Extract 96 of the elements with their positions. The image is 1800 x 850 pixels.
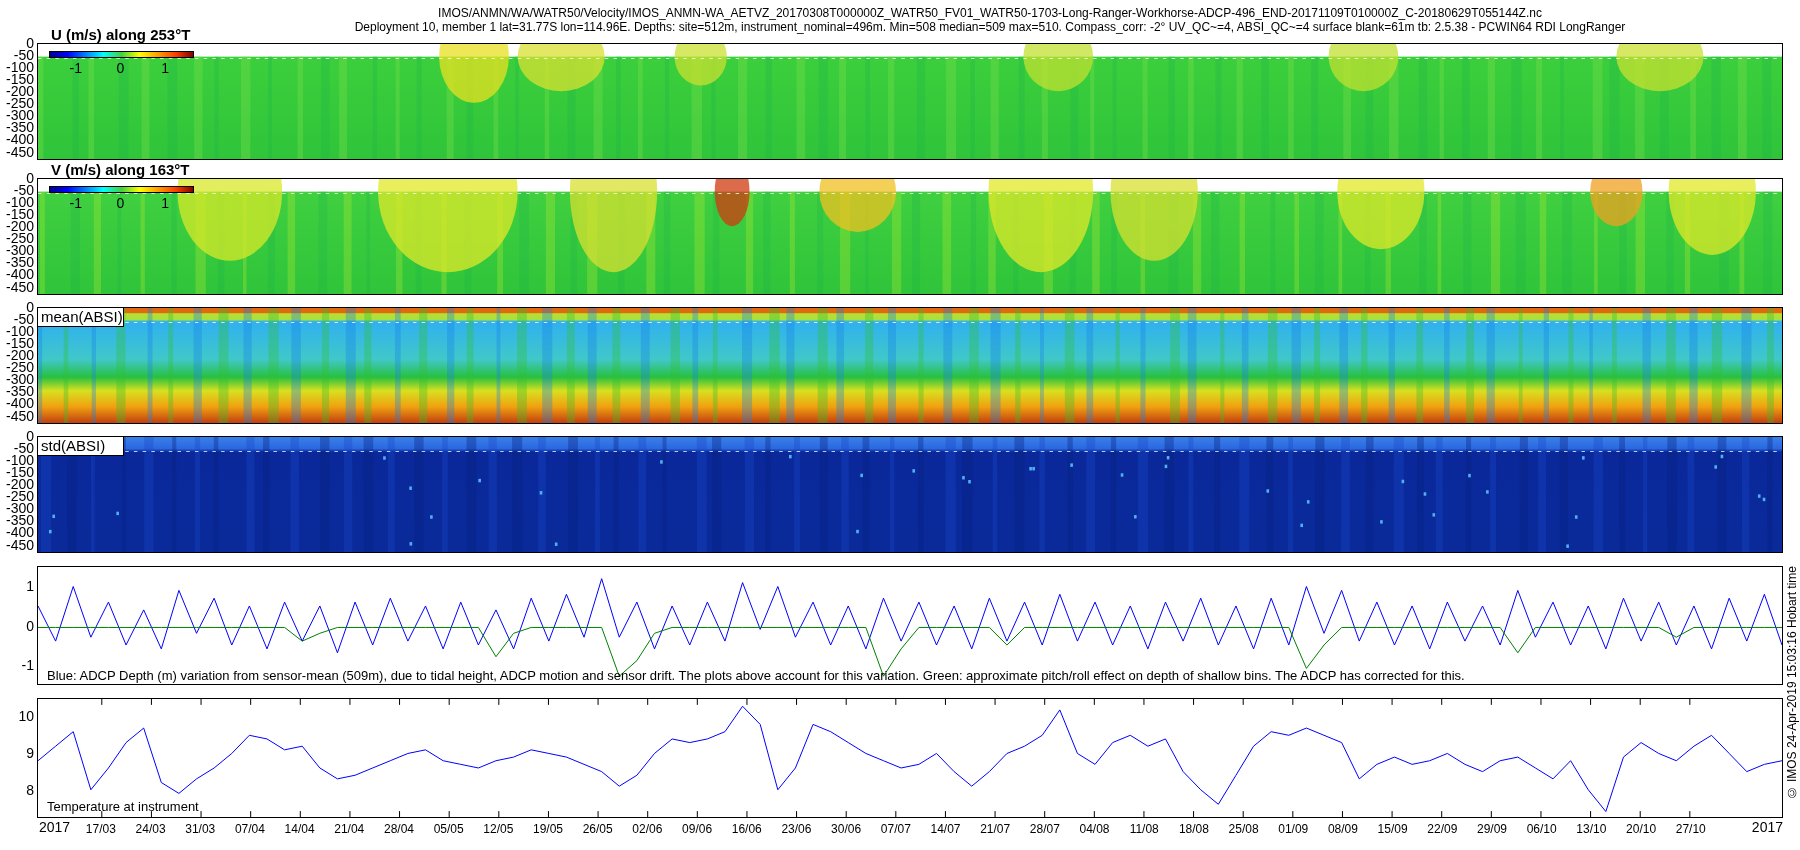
- colorbar-tick-label: 1: [161, 61, 170, 75]
- y-tick-label: -150: [5, 336, 34, 351]
- y-tick-label: -200: [5, 84, 34, 99]
- x-tick-label: 15/09: [1377, 823, 1408, 835]
- panel-label: mean(ABSI): [37, 307, 124, 327]
- y-tick-label: -350: [5, 384, 34, 399]
- x-tick-label: 07/07: [880, 823, 911, 835]
- y-tick-label: -300: [5, 372, 34, 387]
- y-tick-label: -450: [5, 144, 34, 159]
- x-tick-label: 07/04: [234, 823, 265, 835]
- y-tick-label: -100: [5, 324, 34, 339]
- panel-title: U (m/s) along 253°T: [51, 27, 191, 42]
- plot-caption: Blue: ADCP Depth (m) variation from sensor-mean (509m), due to tidal height, ADCP motion and sensor drift. The plots above account for this variation. Green: approximate pitch/roll effect on depth of shallow bins. The ADCP has corrected for this.: [47, 669, 1465, 682]
- y-tick-label: -250: [5, 96, 34, 111]
- y-tick-label: 0: [26, 36, 34, 50]
- x-tick-label: 01/09: [1278, 823, 1309, 835]
- x-axis-year: 2017: [39, 820, 71, 834]
- x-tick-label: 22/09: [1427, 823, 1458, 835]
- x-tick-label: 14/07: [930, 823, 961, 835]
- y-tick-label: 1: [26, 578, 34, 593]
- y-tick-label: -50: [13, 312, 34, 327]
- y-tick-label: 0: [26, 171, 34, 185]
- y-tick-label: -150: [5, 72, 34, 87]
- y-tick-label: -450: [5, 408, 34, 423]
- y-tick-label: -1: [21, 658, 34, 673]
- panel-title: V (m/s) along 163°T: [51, 162, 190, 177]
- y-tick-label: 0: [26, 618, 34, 633]
- x-axis-year: 2017: [1751, 820, 1783, 834]
- y-tick-label: -450: [5, 279, 34, 294]
- colorbar-tick-label: 1: [161, 196, 170, 210]
- x-tick-label: 30/06: [831, 823, 862, 835]
- y-tick-label: -350: [5, 120, 34, 135]
- x-tick-label: 16/06: [731, 823, 762, 835]
- y-tick-label: -50: [13, 48, 34, 63]
- y-tick-label: 0: [26, 429, 34, 443]
- y-tick-label: 9: [26, 746, 34, 761]
- y-tick-label: 8: [26, 783, 34, 798]
- y-tick-label: -300: [5, 243, 34, 258]
- x-tick-label: 09/06: [682, 823, 713, 835]
- colorbar-tick-label: -1: [69, 196, 83, 210]
- colorbar-tick-label: 0: [116, 196, 125, 210]
- x-tick-label: 31/03: [185, 823, 216, 835]
- colorbar-tick-label: 0: [116, 61, 125, 75]
- x-tick-label: 11/08: [1129, 823, 1159, 835]
- x-tick-label: 20/10: [1626, 823, 1657, 835]
- y-tick-label: -250: [5, 360, 34, 375]
- plot-title: Deployment 10, member 1 lat=31.77S lon=114.96E. Depths: site=512m, instrument_nominal=496m. Min=508 median=509 max=510. Compass_corr: -2° UV_QC~=4, ABSI_QC~=4 surface blank=61m tb: 2.5.38 - PCWIN64 RDI LongRanger: [354, 20, 1626, 34]
- x-tick-label: 25/08: [1228, 823, 1259, 835]
- x-tick-label: 12/05: [483, 823, 514, 835]
- x-tick-label: 24/03: [135, 823, 166, 835]
- x-tick-label: 23/06: [781, 823, 812, 835]
- plot-title: IMOS/ANMN/WA/WATR50/Velocity/IMOS_ANMN-WA_AETVZ_20170308T000000Z_WATR50_FV01_WATR50-1703-Long-Ranger-Workhorse-ADCP-496_END-20171109T010000Z_C-20180629T055144Z.nc: [438, 6, 1542, 20]
- y-tick-label: -50: [13, 441, 34, 456]
- y-tick-label: -50: [13, 183, 34, 198]
- x-tick-label: 06/10: [1526, 823, 1557, 835]
- x-tick-label: 17/03: [85, 823, 116, 835]
- x-tick-label: 18/08: [1178, 823, 1209, 835]
- y-tick-label: -200: [5, 477, 34, 492]
- y-tick-label: -350: [5, 255, 34, 270]
- x-tick-label: 28/07: [1029, 823, 1060, 835]
- y-tick-label: 10: [18, 709, 34, 724]
- x-tick-label: 08/09: [1327, 823, 1358, 835]
- y-tick-label: -200: [5, 219, 34, 234]
- y-tick-label: -300: [5, 501, 34, 516]
- x-tick-label: 21/04: [334, 823, 365, 835]
- y-tick-label: -400: [5, 396, 34, 411]
- x-tick-label: 19/05: [533, 823, 564, 835]
- y-tick-label: -150: [5, 465, 34, 480]
- y-tick-label: -100: [5, 195, 34, 210]
- colorbar-tick-label: -1: [69, 61, 83, 75]
- y-tick-label: -100: [5, 453, 34, 468]
- y-tick-label: -450: [5, 537, 34, 552]
- copyright-timestamp: © IMOS 24-Apr-2019 15:03:16 Hobart time: [1785, 566, 1798, 800]
- x-tick-label: 27/10: [1675, 823, 1706, 835]
- y-tick-label: -100: [5, 60, 34, 75]
- x-tick-label: 29/09: [1477, 823, 1507, 835]
- x-tick-label: 05/05: [433, 823, 464, 835]
- x-tick-label: 28/04: [383, 823, 414, 835]
- x-tick-label: 02/06: [632, 823, 663, 835]
- y-tick-label: -300: [5, 108, 34, 123]
- y-tick-label: -400: [5, 267, 34, 282]
- y-tick-label: -150: [5, 207, 34, 222]
- y-tick-label: -250: [5, 489, 34, 504]
- x-tick-label: 21/07: [980, 823, 1011, 835]
- y-tick-label: -350: [5, 513, 34, 528]
- y-tick-label: -250: [5, 231, 34, 246]
- x-tick-label: 13/10: [1576, 823, 1607, 835]
- x-tick-label: 26/05: [582, 823, 613, 835]
- y-tick-label: -400: [5, 525, 34, 540]
- x-tick-label: 14/04: [284, 823, 315, 835]
- y-tick-label: -200: [5, 348, 34, 363]
- x-tick-label: 04/08: [1079, 823, 1110, 835]
- panel-label: std(ABSI): [37, 436, 124, 456]
- y-tick-label: 0: [26, 300, 34, 314]
- plot-caption: Temperature at instrument: [47, 800, 199, 813]
- y-tick-label: -400: [5, 132, 34, 147]
